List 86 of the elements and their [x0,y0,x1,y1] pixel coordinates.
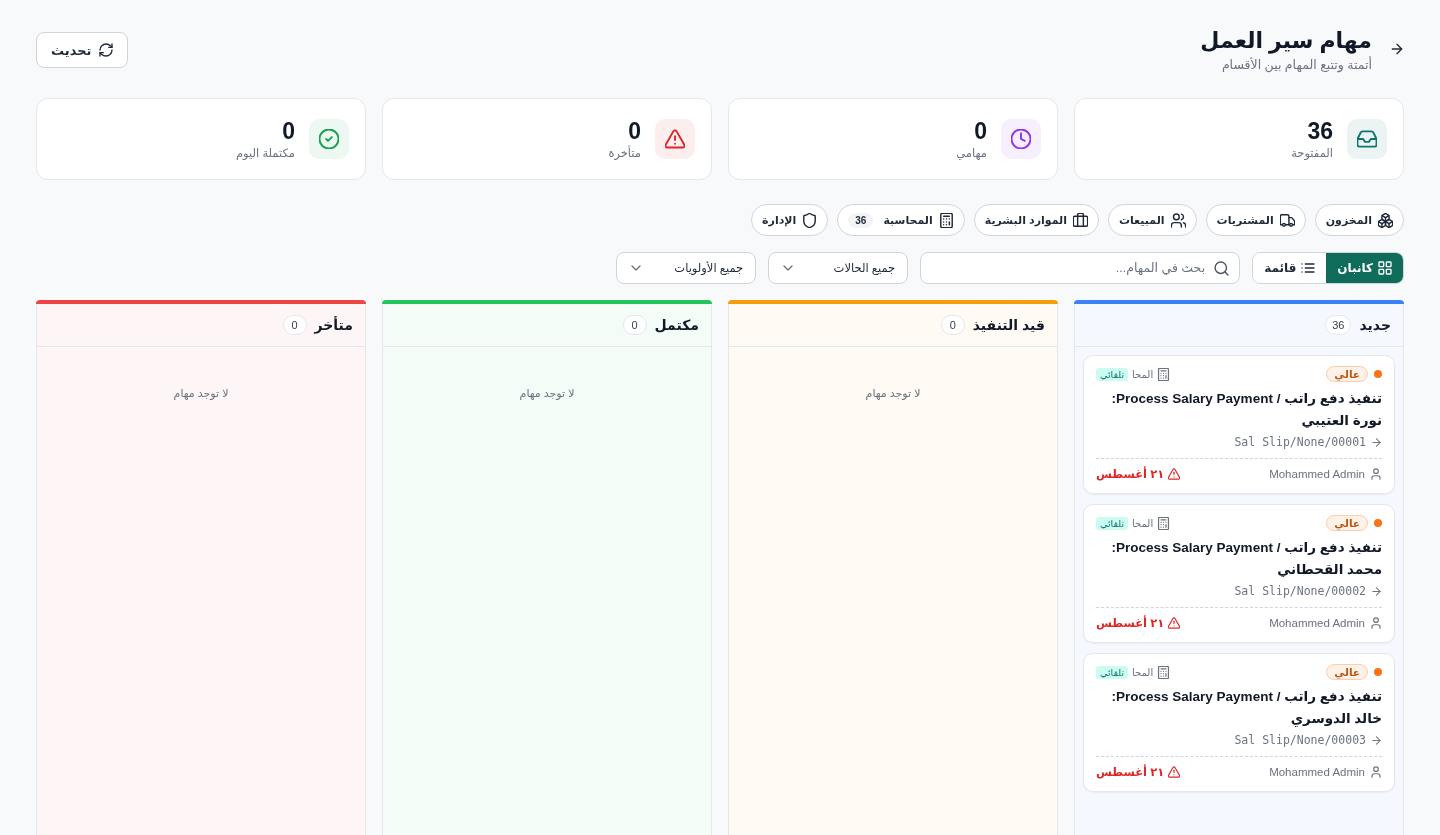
search-icon [1214,260,1230,276]
stat-label: مكتملة اليوم [235,146,295,160]
department-label: المحا [1132,666,1154,678]
page-title: مهام سير العمل [1200,27,1372,56]
arrow-icon [1371,585,1382,597]
task-title: تنفيذ دفع راتب / Process Salary Payment: نورة العتيبي [1110,390,1382,430]
priority-badge: عالي [1326,515,1368,531]
due-date: ٢١ أغسطس [1096,765,1165,779]
column-count-badge: 0 [940,315,965,335]
empty-message: لا توجد مهام [518,387,576,400]
department-filter-chip[interactable]: الإدارة [751,204,829,236]
column-title: جديد [1359,317,1391,333]
auto-badge: تلقائي [1096,665,1129,679]
stat-value: 0 [281,118,295,144]
task-reference[interactable]: Sal Slip/None/00003 [1234,733,1366,747]
assignee-name: Mohammed Admin [1269,617,1365,629]
warning-icon [1168,468,1181,480]
grid-icon [1378,261,1392,275]
department-label: المحا [1132,368,1154,380]
arrow-icon [1371,436,1382,448]
stat-label: مهامي [956,146,987,160]
department-filter-chip[interactable]: المخزون [1314,204,1404,236]
filter-dropdown[interactable]: جميع الحالات [768,252,909,284]
users-icon [1170,212,1186,228]
calculator-icon [1157,516,1171,530]
empty-message: لا توجد مهام [864,387,922,400]
back-arrow-icon [1390,42,1404,56]
task-reference[interactable]: Sal Slip/None/00001 [1234,435,1366,449]
department-filter-chip[interactable]: الموارد البشرية [973,204,1099,236]
stat-label: المفتوحة [1291,146,1333,160]
task-title: تنفيذ دفع راتب / Process Salary Payment: خالد الدوسري [1110,688,1382,729]
shield-icon [802,212,818,228]
task-title: تنفيذ دفع راتب / Process Salary Payment: محمد القحطاني [1110,539,1382,579]
column-count-badge: 0 [622,315,647,335]
priority-badge: عالي [1326,366,1368,382]
stat-value: 0 [627,118,641,144]
department-label: المحاسبة [883,213,933,227]
column-count-badge: 0 [282,315,307,335]
auto-badge: تلقائي [1096,367,1129,381]
truck-icon [1279,212,1295,228]
department-filter-chip[interactable]: المشتريات [1205,204,1306,236]
task-reference[interactable]: Sal Slip/None/00002 [1234,584,1366,598]
warning-icon [1168,617,1181,629]
warning-icon [655,119,695,159]
briefcase-icon [1072,212,1088,228]
calculator-icon [1157,367,1171,381]
user-icon [1370,617,1382,629]
list-icon [1301,261,1316,275]
refresh-button[interactable]: تحديث [36,32,129,68]
department-label: المبيعات [1118,213,1165,227]
assignee-name: Mohammed Admin [1269,468,1365,480]
column-title: قيد التنفيذ [972,317,1045,333]
inbox-icon [1347,119,1387,159]
arrow-icon [1371,734,1382,746]
department-label: المشتريات [1216,213,1274,227]
boxes-icon [1378,212,1393,228]
auto-badge: تلقائي [1096,516,1129,530]
view-toggle-button[interactable]: كانبان [1326,253,1403,283]
page-subtitle: أتمتة وتتبع المهام بين الأقسام [1220,57,1372,72]
calculator-icon [938,212,954,228]
department-label: المحا [1132,517,1154,529]
department-label: المخزون [1325,213,1372,227]
stat-value: 36 [1306,118,1333,144]
filter-dropdown[interactable]: جميع الأولويات [616,252,757,284]
department-count-badge: 36 [848,212,874,228]
department-filter-chip[interactable]: المبيعات [1107,204,1197,236]
warning-icon [1168,766,1181,778]
refresh-icon [99,43,114,57]
stat-label: متأخرة [608,146,641,160]
column-title: مكتمل [654,317,699,333]
department-label: الموارد البشرية [984,213,1067,227]
due-date: ٢١ أغسطس [1096,616,1165,630]
search-field[interactable]: بحث في المهام... [920,252,1241,284]
column-count-badge: 36 [1325,315,1352,335]
empty-message: لا توجد مهام [172,387,230,400]
department-label: الإدارة [762,213,797,227]
clock-icon [1001,119,1041,159]
column-title: متأخر [314,317,353,333]
stat-value: 0 [973,118,987,144]
back-button[interactable] [1390,42,1404,56]
priority-badge: عالي [1326,664,1368,680]
assignee-name: Mohammed Admin [1269,766,1365,778]
user-icon [1370,766,1382,778]
calculator-icon [1157,665,1171,679]
user-icon [1370,468,1382,480]
due-date: ٢١ أغسطس [1096,467,1165,481]
